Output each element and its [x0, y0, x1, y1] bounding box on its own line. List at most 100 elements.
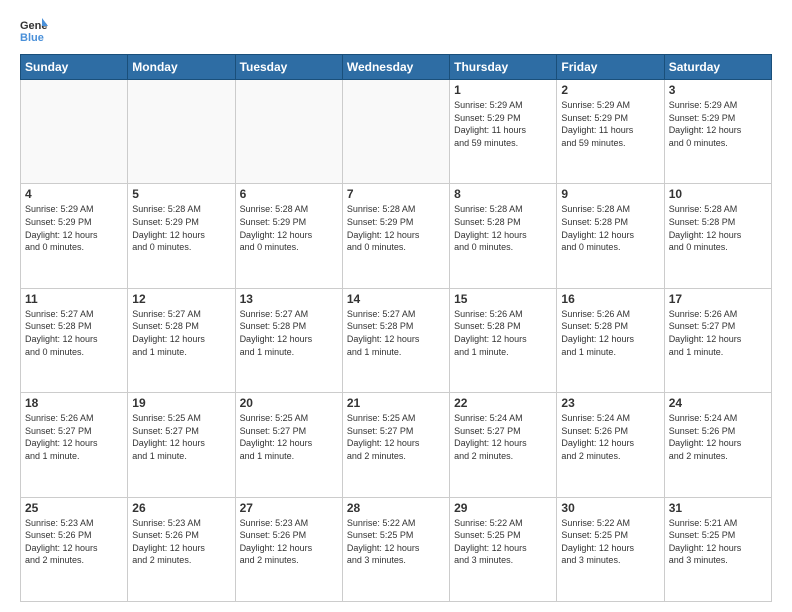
day-number: 26 — [132, 501, 230, 515]
logo-icon: General Blue — [20, 16, 48, 44]
calendar-cell: 3 Sunrise: 5:29 AM Sunset: 5:29 PM Daylig… — [664, 80, 771, 184]
calendar-cell: 29Sunrise: 5:22 AM Sunset: 5:25 PM Dayli… — [450, 497, 557, 601]
calendar-cell: 14 Sunrise: 5:27 AM Sunset: 5:28 PM Dayli… — [342, 288, 449, 392]
day-info: Sunrise: 5:28 AM Sunset: 5:28 PM Dayligh… — [669, 203, 767, 253]
calendar-cell: 27 Sunrise: 5:23 AM Sunset: 5:26 PM Dayli… — [235, 497, 342, 601]
calendar-week-1: 1 Sunrise: 5:29 AM Sunset: 5:29 PM Daylig… — [21, 80, 772, 184]
day-info: Sunrise: 5:29 AM Sunset: 5:29 PM Dayligh… — [669, 99, 767, 149]
day-number: 29 — [454, 501, 552, 515]
day-info: Sunrise: 5:29 AM Sunset: 5:29 PM Dayligh… — [561, 99, 659, 149]
day-info: Sunrise: 5:28 AM Sunset: 5:28 PM Dayligh… — [561, 203, 659, 253]
calendar-cell: 1Sunrise: 5:29 AM Sunset: 5:29 PM Daylig… — [450, 80, 557, 184]
calendar-cell: 31Sunrise: 5:21 AM Sunset: 5:25 PM Dayli… — [664, 497, 771, 601]
page: General Blue SundayMondayTuesdayWednesda… — [0, 0, 792, 612]
day-info: Sunrise: 5:27 AM Sunset: 5:28 PM Dayligh… — [347, 308, 445, 358]
calendar-cell: 30 Sunrise: 5:22 AM Sunset: 5:25 PM Dayli… — [557, 497, 664, 601]
calendar-cell: 13Sunrise: 5:27 AM Sunset: 5:28 PM Dayli… — [235, 288, 342, 392]
day-number: 9 — [561, 187, 659, 201]
day-number: 16 — [561, 292, 659, 306]
calendar-week-4: 18 Sunrise: 5:26 AM Sunset: 5:27 PM Dayli… — [21, 393, 772, 497]
day-info: Sunrise: 5:25 AM Sunset: 5:27 PM Dayligh… — [347, 412, 445, 462]
day-number: 24 — [669, 396, 767, 410]
calendar-cell: 11Sunrise: 5:27 AM Sunset: 5:28 PM Dayli… — [21, 288, 128, 392]
day-info: Sunrise: 5:24 AM Sunset: 5:27 PM Dayligh… — [454, 412, 552, 462]
day-number: 28 — [347, 501, 445, 515]
calendar-cell: 22 Sunrise: 5:24 AM Sunset: 5:27 PM Dayli… — [450, 393, 557, 497]
day-number: 22 — [454, 396, 552, 410]
day-info: Sunrise: 5:27 AM Sunset: 5:28 PM Dayligh… — [132, 308, 230, 358]
day-info: Sunrise: 5:28 AM Sunset: 5:28 PM Dayligh… — [454, 203, 552, 253]
calendar-week-3: 11 Sunrise: 5:27 AM Sunset: 5:28 PM Dayli… — [21, 288, 772, 392]
calendar-cell: 17Sunrise: 5:26 AM Sunset: 5:27 PM Dayli… — [664, 288, 771, 392]
calendar-cell: 12 Sunrise: 5:27 AM Sunset: 5:28 PM Dayli… — [128, 288, 235, 392]
calendar-cell: 24 Sunrise: 5:24 AM Sunset: 5:26 PM Dayli… — [664, 393, 771, 497]
day-info: Sunrise: 5:24 AM Sunset: 5:26 PM Dayligh… — [561, 412, 659, 462]
day-number: 20 — [240, 396, 338, 410]
calendar-cell: 10 Sunrise: 5:28 AM Sunset: 5:28 PM Dayli… — [664, 184, 771, 288]
calendar-cell: 6 Sunrise: 5:28 AM Sunset: 5:29 PM Daylig… — [235, 184, 342, 288]
day-number: 3 — [669, 83, 767, 97]
calendar-cell: 16 Sunrise: 5:26 AM Sunset: 5:28 PM Dayli… — [557, 288, 664, 392]
day-number: 6 — [240, 187, 338, 201]
day-number: 18 — [25, 396, 123, 410]
weekday-header-monday: Monday — [128, 55, 235, 80]
day-number: 23 — [561, 396, 659, 410]
weekday-header-friday: Friday — [557, 55, 664, 80]
day-info: Sunrise: 5:23 AM Sunset: 5:26 PM Dayligh… — [25, 517, 123, 567]
weekday-header-saturday: Saturday — [664, 55, 771, 80]
day-info: Sunrise: 5:24 AM Sunset: 5:26 PM Dayligh… — [669, 412, 767, 462]
weekday-header-thursday: Thursday — [450, 55, 557, 80]
calendar-cell — [128, 80, 235, 184]
calendar-cell — [342, 80, 449, 184]
day-number: 12 — [132, 292, 230, 306]
day-info: Sunrise: 5:25 AM Sunset: 5:27 PM Dayligh… — [240, 412, 338, 462]
day-info: Sunrise: 5:25 AM Sunset: 5:27 PM Dayligh… — [132, 412, 230, 462]
calendar-cell: 20 Sunrise: 5:25 AM Sunset: 5:27 PM Dayli… — [235, 393, 342, 497]
day-info: Sunrise: 5:21 AM Sunset: 5:25 PM Dayligh… — [669, 517, 767, 567]
day-number: 25 — [25, 501, 123, 515]
calendar-cell: 8 Sunrise: 5:28 AM Sunset: 5:28 PM Daylig… — [450, 184, 557, 288]
day-info: Sunrise: 5:26 AM Sunset: 5:28 PM Dayligh… — [561, 308, 659, 358]
day-number: 14 — [347, 292, 445, 306]
day-number: 1 — [454, 83, 552, 97]
calendar-cell: 4 Sunrise: 5:29 AM Sunset: 5:29 PM Daylig… — [21, 184, 128, 288]
calendar-cell: 7Sunrise: 5:28 AM Sunset: 5:29 PM Daylig… — [342, 184, 449, 288]
day-number: 27 — [240, 501, 338, 515]
day-info: Sunrise: 5:28 AM Sunset: 5:29 PM Dayligh… — [240, 203, 338, 253]
day-number: 15 — [454, 292, 552, 306]
logo: General Blue — [20, 16, 52, 44]
day-number: 30 — [561, 501, 659, 515]
day-number: 7 — [347, 187, 445, 201]
calendar-table: SundayMondayTuesdayWednesdayThursdayFrid… — [20, 54, 772, 602]
calendar-cell: 26 Sunrise: 5:23 AM Sunset: 5:26 PM Dayli… — [128, 497, 235, 601]
day-number: 13 — [240, 292, 338, 306]
calendar-cell: 23 Sunrise: 5:24 AM Sunset: 5:26 PM Dayli… — [557, 393, 664, 497]
calendar-week-5: 25 Sunrise: 5:23 AM Sunset: 5:26 PM Dayli… — [21, 497, 772, 601]
calendar-week-2: 4 Sunrise: 5:29 AM Sunset: 5:29 PM Daylig… — [21, 184, 772, 288]
day-info: Sunrise: 5:26 AM Sunset: 5:27 PM Dayligh… — [25, 412, 123, 462]
day-number: 11 — [25, 292, 123, 306]
day-number: 8 — [454, 187, 552, 201]
day-info: Sunrise: 5:28 AM Sunset: 5:29 PM Dayligh… — [132, 203, 230, 253]
day-number: 19 — [132, 396, 230, 410]
day-info: Sunrise: 5:26 AM Sunset: 5:28 PM Dayligh… — [454, 308, 552, 358]
day-info: Sunrise: 5:22 AM Sunset: 5:25 PM Dayligh… — [561, 517, 659, 567]
day-number: 17 — [669, 292, 767, 306]
day-number: 10 — [669, 187, 767, 201]
day-number: 2 — [561, 83, 659, 97]
day-number: 4 — [25, 187, 123, 201]
day-info: Sunrise: 5:22 AM Sunset: 5:25 PM Dayligh… — [347, 517, 445, 567]
day-info: Sunrise: 5:23 AM Sunset: 5:26 PM Dayligh… — [240, 517, 338, 567]
calendar-cell: 28 Sunrise: 5:22 AM Sunset: 5:25 PM Dayli… — [342, 497, 449, 601]
calendar-cell: 25 Sunrise: 5:23 AM Sunset: 5:26 PM Dayli… — [21, 497, 128, 601]
day-info: Sunrise: 5:23 AM Sunset: 5:26 PM Dayligh… — [132, 517, 230, 567]
calendar-cell: 5 Sunrise: 5:28 AM Sunset: 5:29 PM Daylig… — [128, 184, 235, 288]
day-info: Sunrise: 5:29 AM Sunset: 5:29 PM Dayligh… — [25, 203, 123, 253]
calendar-cell: 9 Sunrise: 5:28 AM Sunset: 5:28 PM Daylig… — [557, 184, 664, 288]
weekday-header-wednesday: Wednesday — [342, 55, 449, 80]
calendar-cell — [235, 80, 342, 184]
weekday-header-row: SundayMondayTuesdayWednesdayThursdayFrid… — [21, 55, 772, 80]
calendar-cell: 15 Sunrise: 5:26 AM Sunset: 5:28 PM Dayli… — [450, 288, 557, 392]
calendar-cell: 19 Sunrise: 5:25 AM Sunset: 5:27 PM Dayli… — [128, 393, 235, 497]
day-number: 5 — [132, 187, 230, 201]
